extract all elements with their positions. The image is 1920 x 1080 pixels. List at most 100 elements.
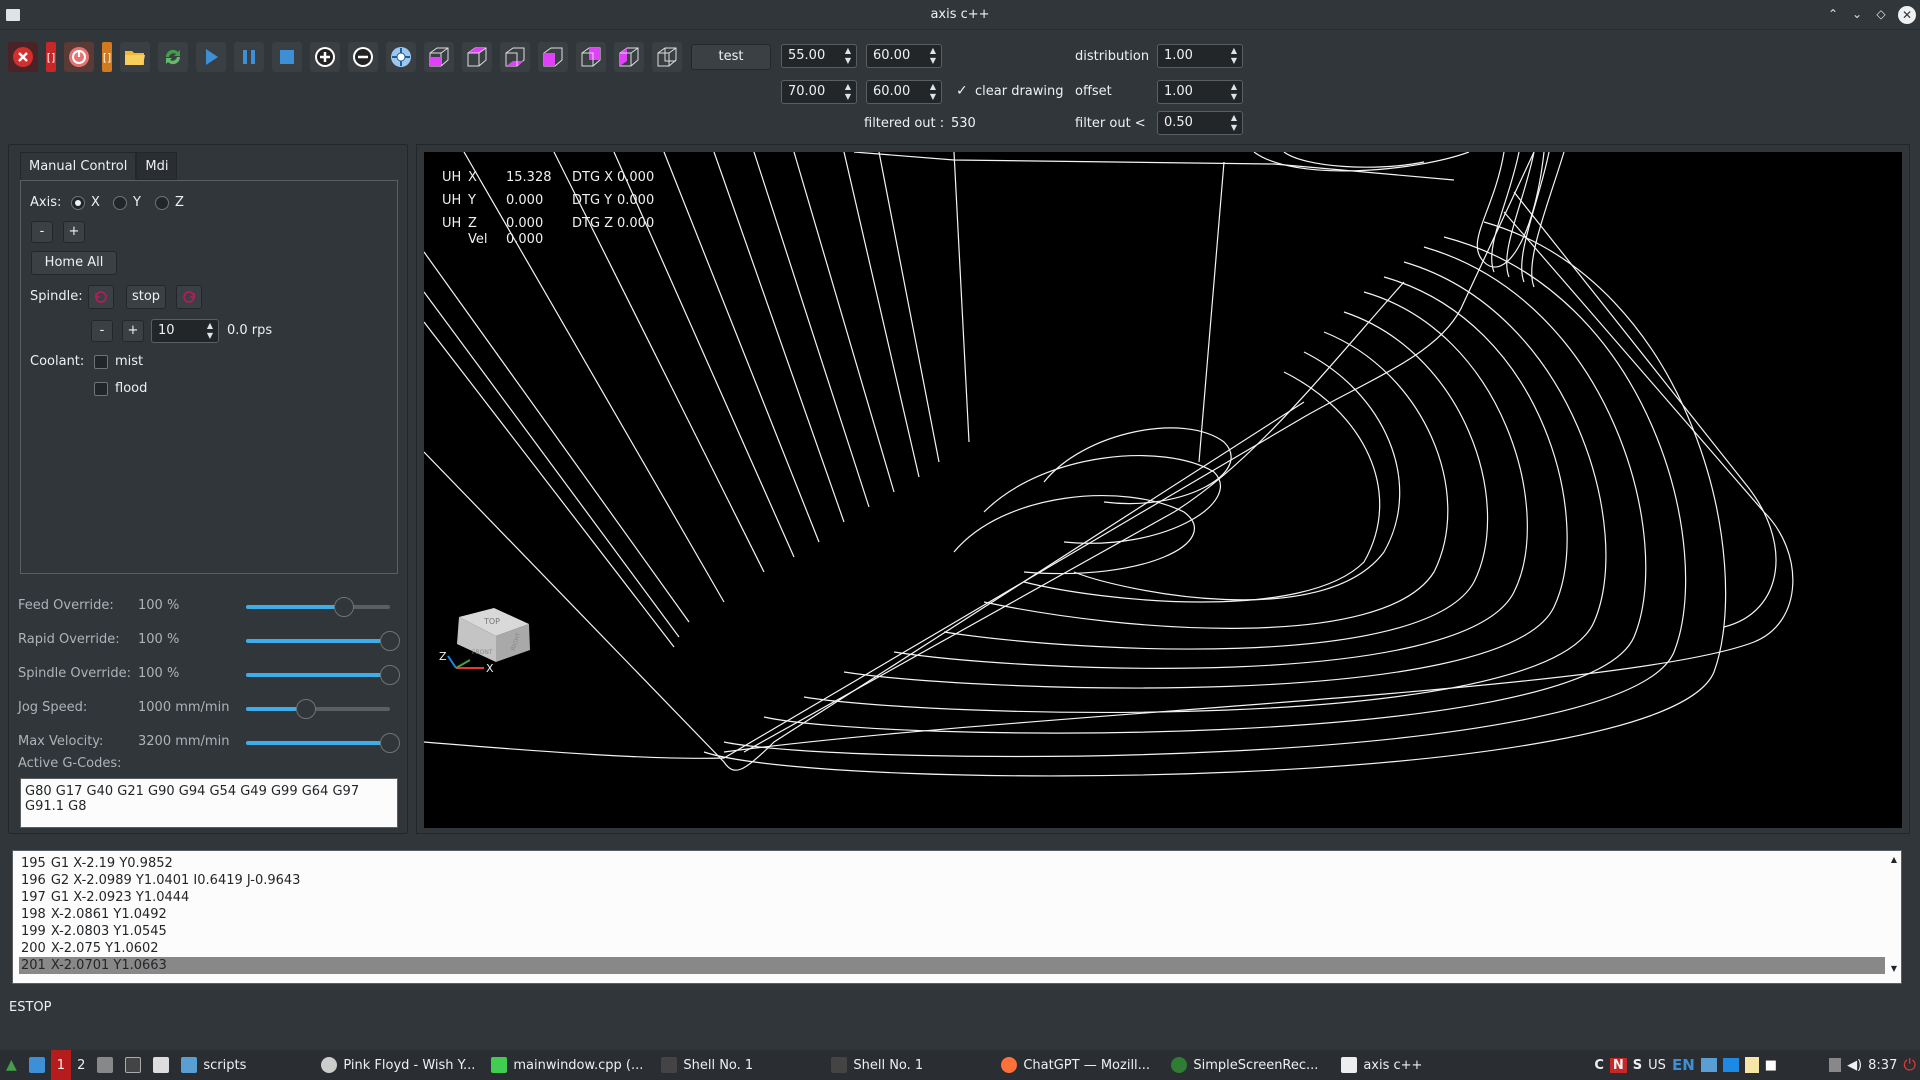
jog-minus-button[interactable]: - — [31, 221, 53, 243]
clock[interactable]: 8:37 — [1868, 1058, 1897, 1073]
power-button[interactable] — [64, 42, 94, 72]
view-top-icon[interactable] — [462, 42, 492, 72]
maximize-icon[interactable]: ◇ — [1874, 6, 1888, 22]
tray-n[interactable]: N — [1609, 1057, 1627, 1073]
keep-above-icon[interactable]: ⌃ — [1826, 6, 1840, 22]
gcode-line[interactable]: 198 X-2.0861 Y1.0492 — [21, 906, 167, 923]
spindle-plus-button[interactable]: + — [122, 320, 144, 342]
taskbar-item[interactable]: axis c++ — [1335, 1050, 1455, 1080]
axis-y-radio[interactable] — [113, 196, 127, 210]
spin-arrows-icon[interactable]: ▲ ▼ — [204, 321, 216, 341]
offset-spin[interactable]: 1.00 ▲ ▼ — [1157, 80, 1243, 104]
run-icon[interactable] — [196, 42, 226, 72]
close-icon[interactable]: ✕ — [1898, 6, 1916, 24]
open-file-icon[interactable] — [120, 42, 150, 72]
zoom-in-icon[interactable] — [310, 42, 340, 72]
spindle-cw-icon[interactable] — [176, 285, 202, 309]
file-manager-launcher-icon[interactable] — [91, 1050, 119, 1080]
taskbar-item[interactable]: Shell No. 1 — [825, 1050, 995, 1080]
spin-arrows-icon[interactable]: ▲ ▼ — [927, 82, 939, 102]
spin-arrows-icon[interactable]: ▲ ▼ — [842, 46, 854, 66]
bluetooth-icon[interactable] — [1722, 1058, 1739, 1072]
power-indicator[interactable]: [] — [102, 42, 112, 72]
gcode-line[interactable]: 197 G1 X-2.0923 Y1.0444 — [21, 889, 189, 906]
gcode-line[interactable]: 199 X-2.0803 Y1.0545 — [21, 923, 167, 940]
volume-icon[interactable]: ◀) — [1847, 1058, 1862, 1073]
override-slider[interactable] — [246, 597, 390, 617]
minimize-icon[interactable]: ⌄ — [1850, 6, 1864, 22]
estop-button[interactable] — [8, 42, 38, 72]
workspace-1[interactable]: 1 — [50, 1050, 72, 1080]
slider-handle[interactable] — [380, 665, 400, 685]
network-icon[interactable] — [1700, 1058, 1717, 1072]
override-slider[interactable] — [246, 699, 390, 719]
keyboard-layout[interactable]: US — [1648, 1058, 1666, 1073]
jog-plus-button[interactable]: + — [63, 221, 85, 243]
gcode-line[interactable]: 200 X-2.075 Y1.0602 — [21, 940, 159, 957]
workspace-2[interactable]: 2 — [71, 1050, 91, 1080]
spin-arrows-icon[interactable]: ▲ ▼ — [842, 82, 854, 102]
distribution-spin[interactable]: 1.00 ▲ ▼ — [1157, 44, 1243, 68]
spin-arrows-icon[interactable]: ▲ ▼ — [1228, 46, 1240, 66]
terminal-launcher-icon[interactable] — [119, 1050, 147, 1080]
taskbar-item[interactable]: SimpleScreenRec... — [1165, 1050, 1335, 1080]
view-back-icon[interactable] — [576, 42, 606, 72]
taskbar-item[interactable]: Shell No. 1 — [655, 1050, 825, 1080]
axis-x-radio[interactable] — [71, 196, 85, 210]
spin-box-1[interactable]: 55.00 ▲ ▼ — [781, 44, 857, 68]
view-front-icon[interactable] — [538, 42, 568, 72]
test-button[interactable]: test — [691, 44, 771, 70]
clear-drawing-checkbox[interactable] — [954, 83, 968, 99]
battery-icon[interactable] — [1829, 1058, 1842, 1072]
toolpath-view[interactable]: UH X 15.328 DTG X 0.000 UH Y 0.000 DTG Y 0.000 UH Z… — [424, 152, 1902, 828]
spindle-stop-button[interactable]: stop — [126, 285, 166, 309]
gcode-line[interactable]: 195 G1 X-2.19 Y0.9852 — [21, 855, 173, 872]
slider-handle[interactable] — [380, 733, 400, 753]
spindle-speed-spin[interactable]: 10 ▲ ▼ — [151, 319, 219, 343]
tab-mdi[interactable]: Mdi — [136, 152, 178, 180]
view-bottom-icon[interactable] — [500, 42, 530, 72]
spin-arrows-icon[interactable]: ▲ ▼ — [927, 46, 939, 66]
camera-icon[interactable]: ■ — [1765, 1058, 1777, 1073]
home-all-button[interactable]: Home All — [31, 251, 117, 275]
tray-c[interactable]: C — [1594, 1058, 1604, 1073]
taskbar-item[interactable]: scripts — [175, 1050, 315, 1080]
zoom-out-icon[interactable] — [348, 42, 378, 72]
zoom-fit-icon[interactable] — [386, 42, 416, 72]
listing-scrollbar[interactable]: ▲ ▼ — [1889, 855, 1899, 979]
override-slider[interactable] — [246, 665, 400, 685]
app-menu-icon[interactable]: ▲ — [0, 1050, 23, 1080]
language-indicator[interactable]: EN — [1672, 1056, 1695, 1074]
tray-s[interactable]: S — [1633, 1058, 1642, 1073]
mist-checkbox[interactable] — [94, 355, 108, 369]
filter-out-spin[interactable]: 0.50 ▲ ▼ — [1157, 111, 1243, 135]
slider-handle[interactable] — [333, 597, 354, 617]
slider-handle[interactable] — [380, 631, 400, 651]
view-left-icon[interactable] — [614, 42, 644, 72]
tab-manual-control[interactable]: Manual Control — [20, 152, 137, 180]
view-cube[interactable]: TOP FRONT RIGHT Z X — [439, 602, 544, 682]
gcode-line[interactable]: 196 G2 X-2.0989 Y1.0401 I0.6419 J-0.9643 — [21, 872, 300, 889]
clipboard-icon[interactable] — [1744, 1057, 1759, 1073]
spin-box-3[interactable]: 70.00 ▲ ▼ — [781, 80, 857, 104]
power-off-icon[interactable]: ⏻ — [1903, 1055, 1916, 1075]
spindle-ccw-icon[interactable] — [88, 285, 114, 309]
taskbar-item[interactable]: mainwindow.cpp (... — [485, 1050, 655, 1080]
reload-icon[interactable] — [158, 42, 188, 72]
spin-arrows-icon[interactable]: ▲ ▼ — [1228, 113, 1240, 133]
override-slider[interactable] — [246, 733, 400, 753]
spindle-minus-button[interactable]: - — [91, 320, 113, 342]
taskbar-item[interactable]: ChatGPT — Mozill... — [995, 1050, 1165, 1080]
spin-arrows-icon[interactable]: ▲ ▼ — [1228, 82, 1240, 102]
desktop-icon[interactable] — [23, 1050, 51, 1080]
spin-box-2[interactable]: 60.00 ▲ ▼ — [866, 44, 942, 68]
override-slider[interactable] — [246, 631, 400, 651]
taskbar-item[interactable]: Pink Floyd - Wish Y... — [315, 1050, 485, 1080]
flood-checkbox[interactable] — [94, 382, 108, 396]
gcode-listing[interactable]: 195 G1 X-2.19 Y0.9852 196 G2 X-2.0989 Y1.04… — [12, 850, 1902, 984]
view-right-icon[interactable] — [652, 42, 682, 72]
stop-icon[interactable] — [272, 42, 302, 72]
spin-box-4[interactable]: 60.00 ▲ ▼ — [866, 80, 942, 104]
axis-z-radio[interactable] — [155, 196, 169, 210]
view-iso-icon[interactable] — [424, 42, 454, 72]
